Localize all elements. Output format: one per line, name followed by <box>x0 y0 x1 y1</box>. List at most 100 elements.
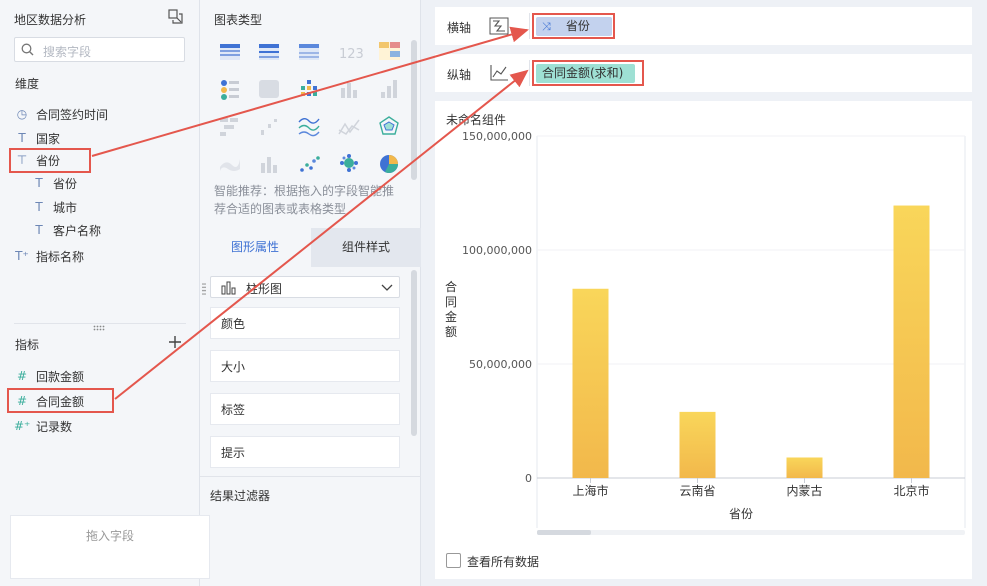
axis-separator <box>529 13 530 39</box>
x-tick-label: 内蒙古 <box>786 483 822 498</box>
switch-dataset-icon[interactable] <box>168 9 183 24</box>
y-axis-title-char: 同 <box>445 295 457 309</box>
drag-grip-icon[interactable] <box>202 283 206 295</box>
dimension-label: 指标名称 <box>36 249 85 264</box>
property-tooltip[interactable]: 提示 <box>210 436 400 468</box>
radar-chart-icon[interactable] <box>379 116 399 135</box>
add-metric-icon[interactable] <box>168 335 182 349</box>
number-type-icon: # <box>16 369 28 383</box>
chart-type-select[interactable]: 柱形图 <box>210 276 400 298</box>
property-scrollbar[interactable] <box>411 270 417 436</box>
text-type-icon: T <box>35 223 43 237</box>
bar <box>893 205 930 478</box>
dimension-label: 国家 <box>36 131 61 146</box>
metric-item-record-count[interactable]: #⁺ 记录数 <box>14 416 72 436</box>
kpi-number-icon[interactable]: 123 <box>339 47 364 62</box>
section-divider <box>200 476 421 477</box>
bar <box>679 411 716 478</box>
dimension-item-customer[interactable]: T 客户名称 <box>31 220 101 240</box>
property-size[interactable]: 大小 <box>210 350 400 382</box>
tab-component-style[interactable]: 组件样式 <box>311 228 421 267</box>
range-bar-icon[interactable] <box>261 157 277 173</box>
y-axis-label: 纵轴 <box>447 68 472 82</box>
tab-graph-properties[interactable]: 图形属性 <box>200 228 310 267</box>
search-icon <box>21 43 34 56</box>
svg-text:123: 123 <box>339 47 364 62</box>
bubble-chart-icon[interactable] <box>340 154 358 172</box>
text-type-icon: T <box>35 200 43 214</box>
field-panel: 地区数据分析 搜索字段 维度 ◷ 合同签约时间 T 国家 ⊤ 省份 T 省份 T… <box>0 0 200 586</box>
cross-table-icon[interactable] <box>259 44 279 60</box>
dimension-section-title: 维度 <box>15 77 40 91</box>
dimension-label: 城市 <box>53 200 78 215</box>
number-type-plus-icon: #⁺ <box>14 419 31 433</box>
property-label[interactable]: 标签 <box>210 393 400 425</box>
show-all-data-checkbox[interactable] <box>446 553 461 568</box>
x-tick-label: 云南省 <box>679 483 715 498</box>
dimension-label: 省份 <box>53 176 78 191</box>
multi-bar-icon[interactable] <box>301 80 317 96</box>
y-axis-title-char: 合 <box>445 279 457 294</box>
chevron-down-icon <box>381 284 393 291</box>
axis-separator <box>529 60 530 86</box>
smart-recommend-tip: 智能推荐：根据拖入的字段智能推荐合适的图表或表格类型 <box>214 184 395 216</box>
dimension-item-province[interactable]: T 省份 <box>31 173 77 193</box>
bar <box>572 288 609 478</box>
table-chart-icon[interactable] <box>220 44 240 60</box>
resize-handle-icon[interactable] <box>93 325 105 331</box>
dot-chart-icon[interactable] <box>221 80 239 100</box>
grouped-bar-icon[interactable] <box>341 83 357 98</box>
stacked-bar-icon[interactable] <box>220 118 238 136</box>
clock-icon: ◷ <box>16 107 28 121</box>
scatter-chart-icon[interactable] <box>300 156 320 172</box>
section-divider <box>14 323 186 324</box>
metric-label: 回款金额 <box>36 369 85 384</box>
field-search-input[interactable]: 搜索字段 <box>14 37 185 62</box>
chart-type-select-value: 柱形图 <box>246 282 283 296</box>
show-all-data-label: 查看所有数据 <box>467 555 540 569</box>
stream-chart-icon[interactable] <box>220 159 240 171</box>
dimension-label: 合同签约时间 <box>36 107 109 122</box>
highlight-x-axis-box <box>532 13 615 39</box>
dimension-item-metric-name[interactable]: T⁺ 指标名称 <box>14 246 84 266</box>
line-chart-icon[interactable] <box>298 118 320 137</box>
heat-map-icon[interactable] <box>259 80 279 98</box>
x-axis-icon[interactable] <box>489 17 509 35</box>
bar-chart-icon[interactable] <box>381 80 397 98</box>
x-tick-label: 北京市 <box>893 483 929 498</box>
highlight-contract-amount-box <box>7 388 114 413</box>
dimension-item-country[interactable]: T 国家 <box>14 128 60 148</box>
chart-type-grid: 123 <box>220 42 400 173</box>
highlight-y-axis-box <box>532 60 644 86</box>
scatter-bar-icon[interactable] <box>261 119 277 135</box>
metric-item-payment[interactable]: # 回款金额 <box>14 366 84 386</box>
y-axis-row: 纵轴 合同金额(求和) <box>435 54 972 92</box>
filter-drop-zone[interactable]: 拖入字段 <box>10 515 210 579</box>
y-axis-title-char: 金 <box>445 309 457 324</box>
y-tick-label: 50,000,000 <box>469 358 532 371</box>
x-axis-label: 横轴 <box>447 21 472 35</box>
bar-chart-icon <box>221 281 236 295</box>
y-tick-label: 100,000,000 <box>462 244 532 257</box>
area-line-icon[interactable] <box>338 119 360 135</box>
metric-section-title: 指标 <box>15 338 40 352</box>
kpi-table-icon[interactable] <box>379 42 400 60</box>
chart-scrollbar-thumb <box>537 530 591 535</box>
chart-card: 未命名组件 0 50,000,000 100,000,000 150,000,000 上… <box>435 101 972 579</box>
x-axis-row: 横轴 ⤨ 省份 <box>435 7 972 45</box>
chart-scrollbar-track <box>537 530 965 535</box>
result-filter-title: 结果过滤器 <box>210 489 271 503</box>
y-axis-icon[interactable] <box>489 64 509 82</box>
x-axis-title: 省份 <box>729 507 753 521</box>
y-tick-label: 0 <box>525 472 532 485</box>
text-type-plus-icon: T⁺ <box>15 249 29 263</box>
dimension-label: 客户名称 <box>53 223 102 238</box>
dimension-item-contract-time[interactable]: ◷ 合同签约时间 <box>14 104 108 124</box>
property-color[interactable]: 颜色 <box>210 307 400 339</box>
x-tick-label: 上海市 <box>572 483 608 498</box>
search-placeholder: 搜索字段 <box>43 45 92 59</box>
detail-table-icon[interactable] <box>299 44 319 60</box>
dimension-item-city[interactable]: T 城市 <box>31 197 77 217</box>
text-type-icon: T <box>35 176 43 190</box>
pie-chart-icon[interactable] <box>380 155 398 173</box>
